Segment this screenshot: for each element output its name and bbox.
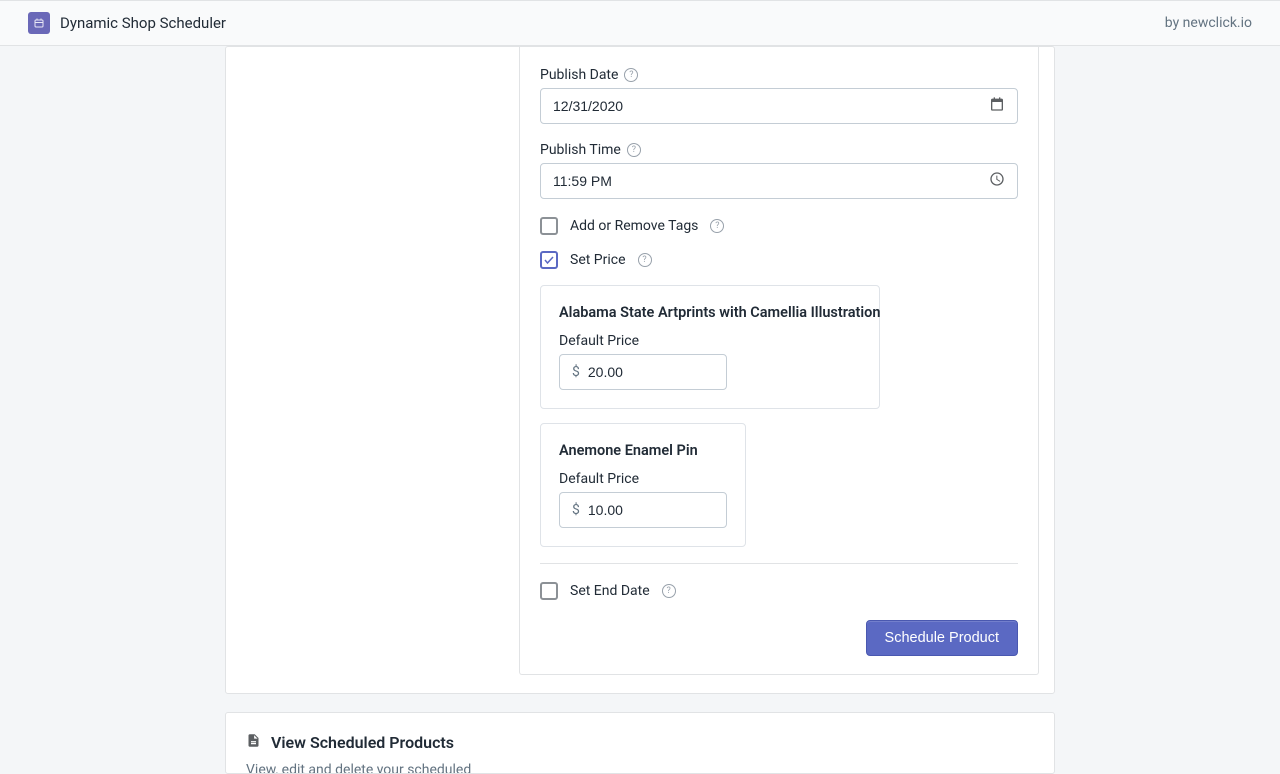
help-icon[interactable]: ?	[638, 253, 652, 267]
topbar-left: Dynamic Shop Scheduler	[28, 12, 226, 34]
app-title: Dynamic Shop Scheduler	[60, 14, 226, 32]
publish-date-field: Publish Date ?	[540, 67, 1018, 124]
view-scheduled-title-row: View Scheduled Products	[246, 733, 1034, 752]
help-icon[interactable]: ?	[710, 219, 724, 233]
default-price-label: Default Price	[559, 471, 727, 487]
help-icon[interactable]: ?	[627, 143, 641, 157]
scheduler-form: Publish Date ? Publish Time ?	[519, 47, 1039, 675]
currency-symbol: $	[572, 364, 580, 380]
divider	[540, 563, 1018, 564]
view-scheduled-card[interactable]: View Scheduled Products View, edit and d…	[225, 712, 1055, 774]
product-card: Anemone Enamel Pin Default Price $	[540, 423, 746, 547]
publish-date-input-wrap[interactable]	[540, 88, 1018, 124]
product-card: Alabama State Artprints with Camellia Il…	[540, 285, 880, 409]
price-input[interactable]	[588, 364, 714, 380]
calendar-icon[interactable]	[989, 96, 1005, 116]
set-price-checkbox-label: Set Price	[570, 252, 626, 268]
publish-time-input[interactable]	[553, 173, 1005, 189]
help-icon[interactable]: ?	[662, 584, 676, 598]
app-icon	[28, 12, 50, 34]
clock-icon[interactable]	[989, 171, 1005, 191]
view-scheduled-title: View Scheduled Products	[271, 733, 454, 752]
document-icon	[246, 733, 261, 752]
publish-time-label-row: Publish Time ?	[540, 142, 1018, 158]
schedule-product-button[interactable]: Schedule Product	[866, 620, 1018, 656]
help-icon[interactable]: ?	[624, 68, 638, 82]
publish-time-label: Publish Time	[540, 142, 621, 158]
product-title: Alabama State Artprints with Camellia Il…	[559, 304, 861, 321]
price-input-wrap[interactable]: $	[559, 492, 727, 528]
tags-checkbox-label: Add or Remove Tags	[570, 218, 698, 234]
publish-time-field: Publish Time ?	[540, 142, 1018, 199]
button-row: Schedule Product	[540, 620, 1018, 656]
publish-date-label: Publish Date	[540, 67, 618, 83]
topbar: Dynamic Shop Scheduler by newclick.io	[0, 0, 1280, 46]
publish-time-input-wrap[interactable]	[540, 163, 1018, 199]
tags-checkbox[interactable]	[540, 217, 558, 235]
scheduler-card: Publish Date ? Publish Time ?	[225, 46, 1055, 694]
publish-date-input[interactable]	[553, 98, 1005, 114]
default-price-label: Default Price	[559, 333, 861, 349]
tags-checkbox-row: Add or Remove Tags ?	[540, 217, 1018, 235]
set-end-date-label: Set End Date	[570, 583, 650, 599]
set-price-checkbox-row: Set Price ?	[540, 251, 1018, 269]
page: Publish Date ? Publish Time ?	[0, 46, 1280, 774]
product-title: Anemone Enamel Pin	[559, 442, 727, 459]
price-input-wrap[interactable]: $	[559, 354, 727, 390]
set-end-date-row: Set End Date ?	[540, 582, 1018, 600]
currency-symbol: $	[572, 502, 580, 518]
set-end-date-checkbox[interactable]	[540, 582, 558, 600]
publish-date-label-row: Publish Date ?	[540, 67, 1018, 83]
by-label: by newclick.io	[1165, 15, 1252, 31]
view-scheduled-desc: View, edit and delete your scheduled	[246, 762, 1034, 774]
set-price-checkbox[interactable]	[540, 251, 558, 269]
price-input[interactable]	[588, 502, 714, 518]
